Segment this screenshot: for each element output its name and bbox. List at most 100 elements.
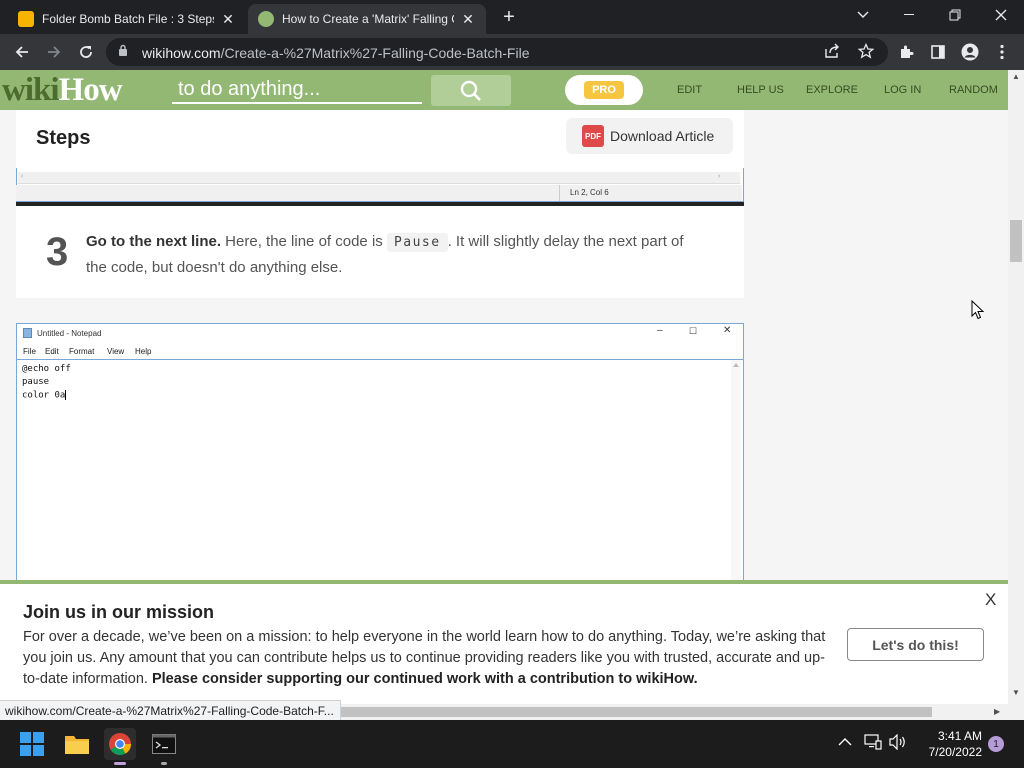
mission-banner: Join us in our mission For over a decade… (0, 580, 1008, 720)
restore-icon[interactable] (932, 0, 978, 30)
image-horizontal-scrollbar: ‹ › (18, 172, 740, 184)
notepad-scrollbar (731, 360, 741, 584)
start-button[interactable] (16, 728, 48, 760)
steps-header-card: Steps PDF Download Article (16, 110, 744, 168)
chrome-icon (109, 733, 131, 755)
tray-overflow-chevron-icon[interactable] (838, 735, 852, 750)
logo-how: How (58, 72, 123, 108)
lock-icon[interactable] (118, 44, 132, 60)
bookmark-star-icon[interactable] (857, 42, 875, 64)
clock-time: 3:41 AM (937, 729, 982, 743)
tab-title: How to Create a 'Matrix' Falling Code Ba… (282, 12, 454, 26)
code-line: @echo off (22, 364, 71, 374)
banner-title: Join us in our mission (23, 602, 215, 622)
pro-button[interactable]: PRO (565, 75, 643, 105)
nav-random[interactable]: RANDOM (949, 84, 998, 96)
chrome-taskbar-button[interactable] (104, 728, 136, 765)
banner-body: For over a decade, we’ve been on a missi… (23, 627, 833, 690)
text-caret (65, 390, 67, 400)
notepad-menubar: File Edit Format View Help (17, 343, 743, 359)
tab-wikihow[interactable]: How to Create a 'Matrix' Falling Code Ba… (248, 4, 486, 34)
page-viewport: wikiHow to do anything... PRO EDIT HELP … (0, 70, 1008, 720)
scrollbar-thumb[interactable] (1010, 220, 1022, 262)
folder-icon (65, 736, 89, 754)
scroll-down-icon[interactable]: ▼ (1012, 688, 1020, 697)
notepad-status-bar: Ln 2, Col 6 (16, 185, 742, 201)
chrome-menu-icon[interactable] (990, 40, 1014, 64)
url-path: /Create-a-%27Matrix%27-Falling-Code-Batc… (220, 45, 530, 61)
terminal-taskbar-button[interactable] (148, 728, 180, 765)
notepad-menu-view: View (107, 347, 125, 356)
notepad-maximize-icon: ☐ (689, 326, 698, 336)
cursor-position: Ln 2, Col 6 (570, 188, 609, 197)
notepad-close-icon: ✕ (723, 325, 732, 336)
notepad-icon (23, 328, 32, 338)
close-window-icon[interactable] (978, 0, 1024, 30)
share-icon[interactable] (824, 43, 840, 64)
running-indicator (161, 762, 167, 765)
notepad-menu-format: Format (69, 347, 95, 356)
tab-instructables[interactable]: Folder Bomb Batch File : 3 Steps - Instr… (8, 4, 246, 34)
search-button[interactable] (431, 75, 511, 106)
page-vertical-scrollbar[interactable]: ▲ ▼ (1008, 70, 1024, 720)
notepad-titlebar: Untitled - Notepad – ☐ ✕ (17, 324, 743, 342)
search-input[interactable]: to do anything... (172, 76, 422, 104)
scroll-right-icon[interactable]: ▶ (994, 707, 1000, 716)
code-line: color 0a (22, 390, 67, 401)
extensions-puzzle-icon[interactable] (894, 40, 918, 64)
new-tab-button[interactable]: + (498, 6, 520, 28)
close-tab-icon[interactable]: ✕ (218, 11, 238, 28)
code-snippet: Pause (386, 233, 448, 252)
forward-icon[interactable] (42, 40, 66, 64)
scroll-up-icon[interactable]: ▲ (1012, 72, 1020, 81)
side-panel-icon[interactable] (926, 40, 950, 64)
status-divider (559, 185, 560, 201)
nav-explore[interactable]: EXPLORE (806, 84, 858, 96)
horizontal-scrollbar-thumb[interactable] (330, 707, 932, 717)
step-text: Go to the next line. Here, the line of c… (86, 229, 696, 280)
lets-do-this-button[interactable]: Let's do this! (847, 628, 984, 661)
instructables-favicon-icon (18, 11, 34, 27)
wikihow-header: wikiHow to do anything... PRO EDIT HELP … (0, 70, 1008, 110)
system-clock[interactable]: 3:41 AM 7/20/2022 (916, 728, 982, 760)
nav-edit[interactable]: EDIT (677, 84, 702, 96)
notification-badge[interactable]: 1 (988, 736, 1004, 752)
mouse-cursor-icon (971, 300, 985, 320)
notepad-screenshot[interactable]: Untitled - Notepad – ☐ ✕ File Edit Forma… (16, 323, 744, 584)
step-number: 3 (46, 230, 69, 274)
back-icon[interactable] (10, 40, 34, 64)
clock-date: 7/20/2022 (928, 745, 982, 759)
banner-body-bold: Please consider supporting our continued… (151, 671, 698, 687)
nav-help-us[interactable]: HELP US (737, 84, 784, 96)
address-bar[interactable]: wikihow.com/Create-a-%27Matrix%27-Fallin… (106, 38, 888, 66)
download-article-button[interactable]: PDF Download Article (566, 118, 733, 154)
nav-log-in[interactable]: LOG IN (884, 84, 921, 96)
windows-taskbar: 3:41 AM 7/20/2022 1 (0, 720, 1024, 768)
search-icon (460, 80, 481, 101)
link-status-bubble: wikihow.com/Create-a-%27Matrix%27-Fallin… (0, 700, 341, 721)
reload-icon[interactable] (74, 40, 98, 64)
notepad-menu-file: File (23, 347, 36, 356)
download-label: Download Article (610, 128, 715, 144)
network-icon[interactable] (864, 734, 882, 753)
code-line: pause (22, 377, 50, 387)
file-explorer-button[interactable] (61, 728, 93, 760)
close-tab-icon[interactable]: ✕ (458, 11, 478, 28)
pro-badge: PRO (584, 81, 624, 99)
tab-title: Folder Bomb Batch File : 3 Steps - Instr… (42, 12, 214, 26)
tab-search-icon[interactable] (840, 0, 886, 30)
banner-close-button[interactable]: X (985, 590, 996, 610)
wikihow-favicon-icon (258, 11, 274, 27)
browser-toolbar: wikihow.com/Create-a-%27Matrix%27-Fallin… (0, 34, 1024, 70)
section-title: Steps (36, 127, 91, 149)
code-line-text: color 0a (22, 390, 66, 401)
step-3-card: 3 Go to the next line. Here, the line of… (16, 206, 744, 298)
minimize-icon[interactable] (886, 0, 932, 30)
scroll-left-icon: ‹ (21, 173, 24, 180)
profile-icon[interactable] (958, 40, 982, 64)
volume-icon[interactable] (889, 733, 907, 753)
previous-step-image: ‹ › Ln 2, Col 6 (16, 168, 744, 206)
notepad-menu-edit: Edit (45, 347, 59, 356)
scroll-right-icon: › (718, 173, 721, 180)
wikihow-logo[interactable]: wikiHow (2, 72, 123, 109)
